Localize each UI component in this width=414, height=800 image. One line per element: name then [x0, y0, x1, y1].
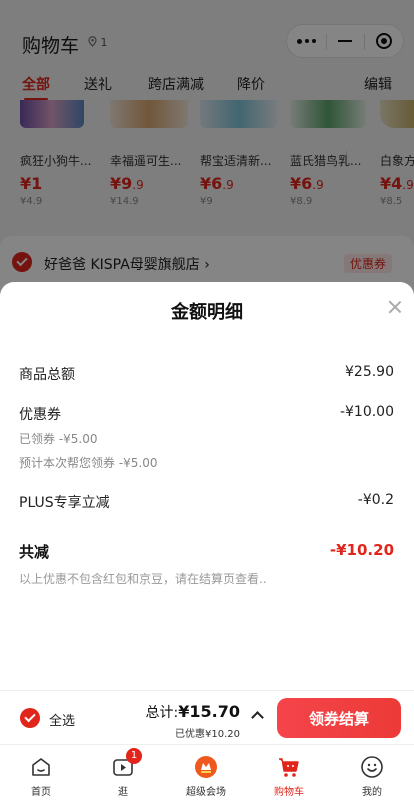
plus-discount-label: PLUS专享立减: [19, 495, 110, 511]
checkout-button[interactable]: 领券结算: [277, 698, 401, 738]
discount-summary: 已优惠¥10.20: [175, 729, 240, 740]
goods-total-label: 商品总额: [19, 367, 75, 383]
home-icon: [32, 758, 50, 776]
tabbar-label: 我的: [362, 787, 382, 798]
tabbar-label: 逛: [118, 787, 128, 798]
venue-icon: [195, 756, 217, 778]
chevron-up-icon[interactable]: [251, 711, 264, 724]
tabbar-item-cart[interactable]: 购物车: [248, 745, 330, 800]
smiley-icon: [361, 756, 383, 778]
tabbar-item-mine[interactable]: 我的: [331, 745, 413, 800]
sheet-title: 金额明细: [171, 302, 243, 323]
total-reduce-value: -¥10.20: [329, 541, 394, 559]
coupon-estimate: 预计本次帮您领券 -¥5.00: [19, 456, 158, 470]
total-reduce-label: 共减: [19, 543, 50, 561]
cart-icon: [279, 758, 299, 777]
tabbar-label: 超级会场: [186, 787, 226, 798]
total-price: 总计:¥15.70: [145, 702, 240, 721]
coupon-label: 优惠券: [19, 407, 61, 423]
tabbar-label: 购物车: [274, 787, 304, 798]
plus-discount-value: -¥0.2: [357, 492, 394, 508]
select-all-checkbox[interactable]: [20, 708, 40, 728]
bottom-tab-bar: 首页 逛 1 超级会场 购物车 我的: [0, 744, 414, 800]
goods-total-value: ¥25.90: [345, 364, 394, 380]
notification-badge: 1: [126, 748, 142, 764]
tabbar-label: 首页: [31, 787, 51, 798]
tabbar-item-browse[interactable]: 逛: [82, 745, 164, 800]
tabbar-item-venue[interactable]: 超级会场: [165, 745, 247, 800]
select-all-label[interactable]: 全选: [49, 710, 75, 729]
coupon-value: -¥10.00: [339, 404, 394, 420]
tabbar-item-home[interactable]: 首页: [0, 745, 82, 800]
discount-note: 以上优惠不包含红包和京豆，请在结算页查看..: [19, 572, 267, 586]
amount-detail-sheet: 金额明细 商品总额 ¥25.90 优惠券 -¥10.00 已领券 -¥5.00 …: [0, 282, 414, 690]
close-icon[interactable]: [388, 300, 402, 314]
checkout-bar: 全选 总计:¥15.70 已优惠¥10.20 领券结算: [0, 690, 414, 744]
coupon-claimed: 已领券 -¥5.00: [19, 432, 98, 446]
